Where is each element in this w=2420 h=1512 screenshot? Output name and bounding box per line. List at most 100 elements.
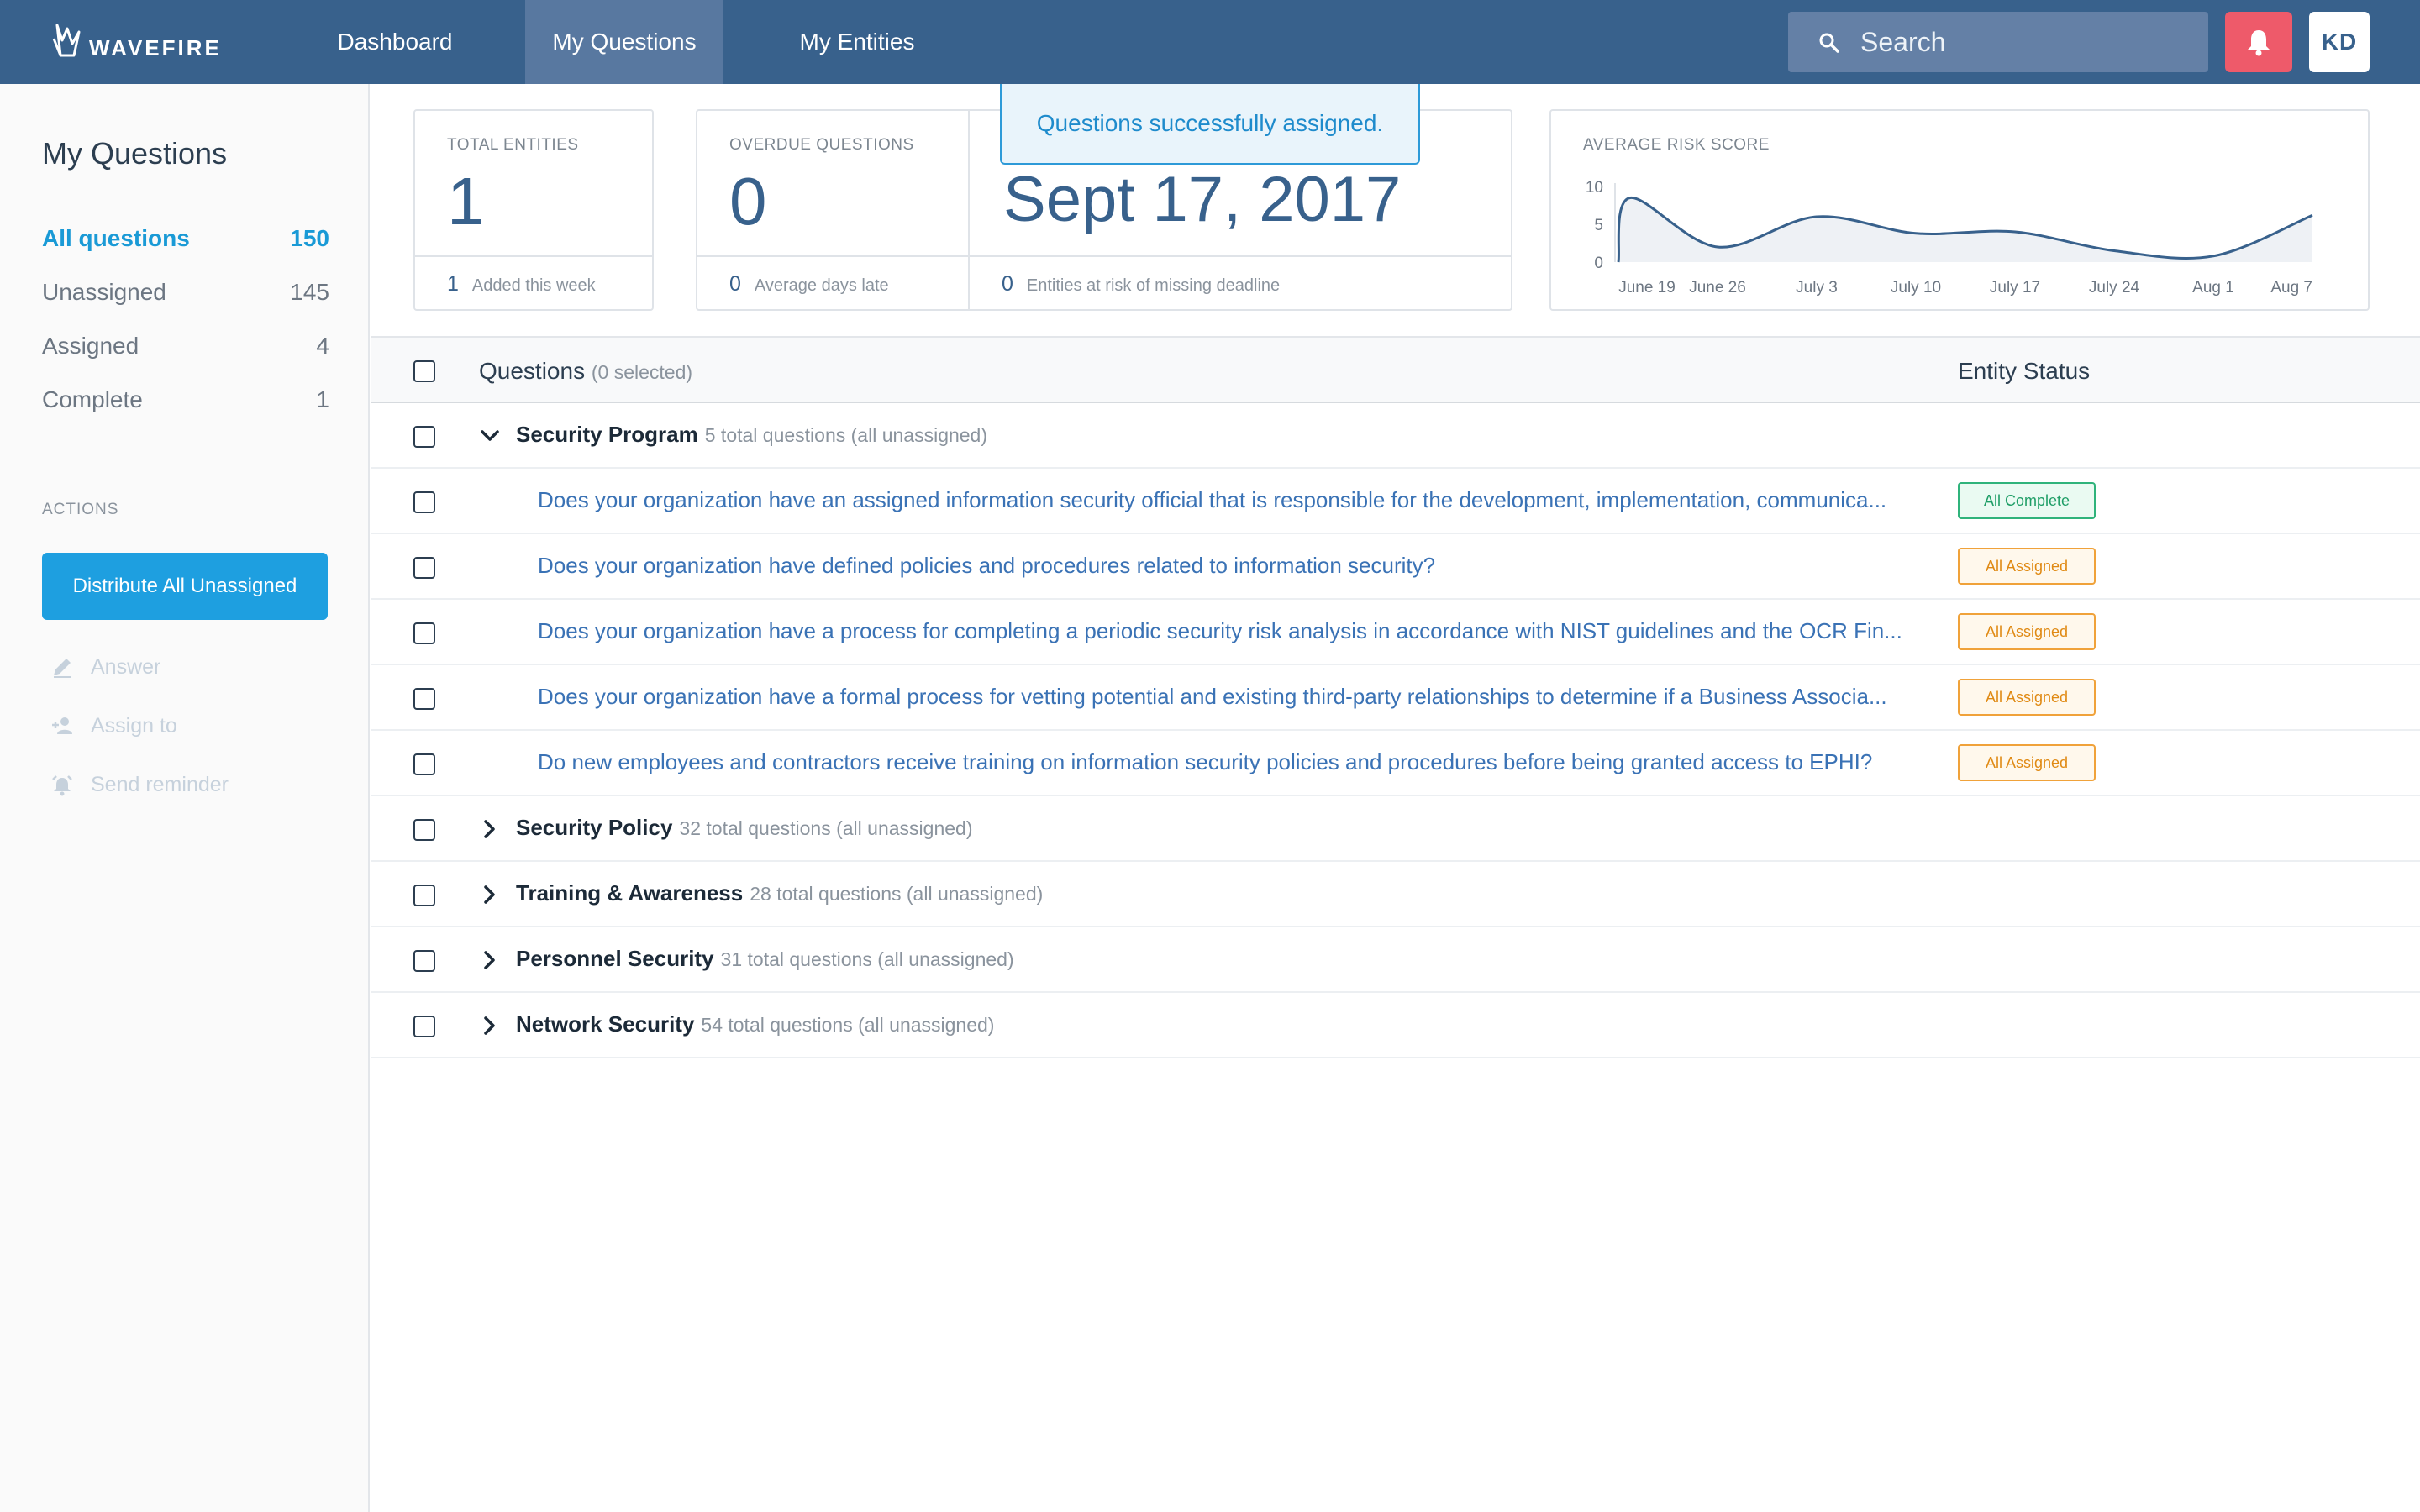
send-reminder-action[interactable]: Send reminder — [50, 769, 229, 800]
filter-label: Assigned — [42, 333, 139, 359]
question-row[interactable]: Does your organization have defined poli… — [371, 534, 2420, 600]
assign-to-label: Assign to — [91, 713, 177, 738]
question-row[interactable]: Do new employees and contractors receive… — [371, 731, 2420, 796]
search-box[interactable] — [1788, 12, 2208, 72]
question-row[interactable]: Does your organization have an assigned … — [371, 469, 2420, 534]
x-tick-label: July 3 — [1796, 279, 1838, 297]
chevron-right-icon[interactable] — [477, 948, 502, 973]
row-checkbox[interactable] — [413, 1016, 435, 1037]
x-tick-label: July 24 — [2089, 279, 2140, 297]
nav-my-entities[interactable]: My Entities — [773, 0, 941, 84]
top-navigation-bar: WAVEFIRE Dashboard My Questions My Entit… — [0, 0, 2420, 84]
distribute-all-unassigned-button[interactable]: Distribute All Unassigned — [42, 553, 328, 620]
card-footer-number: 0 — [729, 272, 741, 296]
alarm-icon — [52, 775, 72, 796]
add-person-icon — [52, 717, 72, 734]
group-title: Network Security 54 total questions (all … — [516, 1011, 994, 1037]
question-link[interactable]: Does your organization have a formal pro… — [538, 684, 1887, 710]
group-name: Personnel Security — [516, 946, 714, 971]
wavefire-logo[interactable]: WAVEFIRE — [50, 20, 222, 64]
card-label: OVERDUE QUESTIONS — [729, 136, 914, 154]
x-tick-label: June 26 — [1689, 279, 1746, 297]
filter-label: All questions — [42, 225, 190, 251]
x-tick-label: July 17 — [1990, 279, 2040, 297]
chevron-right-icon[interactable] — [477, 1013, 502, 1038]
filter-complete[interactable]: Complete 1 — [42, 386, 329, 420]
card-footer-text: Entities at risk of missing deadline — [1026, 276, 1281, 295]
row-checkbox[interactable] — [413, 753, 435, 775]
deadline-footer: 0 Entities at risk of missing deadline — [1002, 272, 1280, 297]
notifications-button[interactable] — [2225, 12, 2292, 72]
card-value: 0 — [729, 164, 767, 239]
filter-all-questions[interactable]: All questions 150 — [42, 225, 329, 259]
bell-icon — [2248, 30, 2270, 56]
group-name: Security Policy — [516, 815, 673, 840]
group-title: Security Program 5 total questions (all u… — [516, 422, 987, 448]
entity-status-column-header: Entity Status — [1958, 358, 2091, 384]
filter-unassigned[interactable]: Unassigned 145 — [42, 279, 329, 312]
chevron-right-icon[interactable] — [477, 816, 502, 842]
status-badge: All Assigned — [1958, 679, 2096, 716]
question-row[interactable]: Does your organization have a process fo… — [371, 600, 2420, 665]
row-checkbox[interactable] — [413, 491, 435, 513]
select-all-checkbox[interactable] — [413, 360, 435, 382]
row-checkbox[interactable] — [413, 688, 435, 710]
row-checkbox[interactable] — [413, 950, 435, 972]
group-title: Personnel Security 31 total questions (al… — [516, 946, 1014, 972]
question-link[interactable]: Does your organization have an assigned … — [538, 487, 1886, 513]
answer-action[interactable]: Answer — [50, 652, 160, 682]
total-entities-card: TOTAL ENTITIES 1 1 Added this week — [413, 109, 654, 311]
risk-score-chart-card: AVERAGE RISK SCORE 0 5 10 June 19 June 26 Jul… — [1549, 109, 2370, 311]
status-badge: All Assigned — [1958, 548, 2096, 585]
status-badge: All Complete — [1958, 482, 2096, 519]
row-checkbox[interactable] — [413, 622, 435, 644]
questions-column-header: Questions (0 selected) — [479, 358, 692, 385]
assign-to-action[interactable]: Assign to — [50, 711, 177, 741]
sidebar-title: My Questions — [42, 136, 228, 171]
sidebar: My Questions All questions 150 Unassigne… — [0, 84, 370, 1512]
chevron-down-icon[interactable] — [477, 423, 502, 449]
row-checkbox[interactable] — [413, 885, 435, 906]
group-name: Training & Awareness — [516, 880, 744, 906]
group-row-network-security[interactable]: Network Security 54 total questions (all … — [371, 993, 2420, 1058]
row-checkbox[interactable] — [413, 557, 435, 579]
filter-assigned[interactable]: Assigned 4 — [42, 333, 329, 366]
card-divider — [697, 255, 1511, 257]
success-toast: Questions successfully assigned. — [1000, 84, 1420, 165]
question-row[interactable]: Does your organization have a formal pro… — [371, 665, 2420, 731]
group-name: Security Program — [516, 422, 698, 447]
card-footer-text: Average days late — [754, 276, 889, 295]
chevron-right-icon[interactable] — [477, 882, 502, 907]
risk-area-fill — [1618, 197, 2312, 262]
user-avatar[interactable]: KD — [2309, 12, 2370, 72]
card-footer: 0 Average days late — [729, 272, 889, 297]
row-checkbox[interactable] — [413, 426, 435, 448]
y-tick-label: 0 — [1594, 255, 1603, 272]
x-tick-label: July 10 — [1891, 279, 1941, 297]
group-title: Training & Awareness 28 total questions (… — [516, 880, 1043, 906]
group-row-security-policy[interactable]: Security Policy 32 total questions (all u… — [371, 796, 2420, 862]
card-footer-number: 0 — [1002, 272, 1013, 296]
group-meta: 5 total questions (all unassigned) — [704, 424, 988, 446]
question-link[interactable]: Does your organization have a process fo… — [538, 618, 1902, 644]
search-input[interactable] — [1860, 12, 2196, 72]
card-value: 1 — [447, 164, 485, 239]
nav-my-questions[interactable]: My Questions — [525, 0, 723, 84]
row-checkbox[interactable] — [413, 819, 435, 841]
card-vertical-divider — [968, 111, 970, 309]
x-tick-label: Aug 1 — [2192, 279, 2234, 297]
group-row-personnel-security[interactable]: Personnel Security 31 total questions (al… — [371, 927, 2420, 993]
nav-dashboard[interactable]: Dashboard — [313, 0, 477, 84]
x-tick-label: Aug 7 — [2270, 279, 2312, 297]
risk-score-chart: 0 5 10 June 19 June 26 July 3 July 10 July 17 Ju… — [1586, 179, 2313, 297]
status-badge: All Assigned — [1958, 744, 2096, 781]
group-row-training-awareness[interactable]: Training & Awareness 28 total questions (… — [371, 862, 2420, 927]
answer-label: Answer — [91, 654, 161, 679]
filter-count: 145 — [290, 279, 329, 305]
card-divider — [415, 255, 652, 257]
group-row-security-program[interactable]: Security Program 5 total questions (all u… — [371, 403, 2420, 469]
question-link[interactable]: Does your organization have defined poli… — [538, 553, 1435, 579]
deadline-date: Sept 17, 2017 — [1003, 164, 1402, 235]
question-link[interactable]: Do new employees and contractors receive… — [538, 749, 1872, 775]
selected-count: (0 selected) — [591, 361, 693, 383]
